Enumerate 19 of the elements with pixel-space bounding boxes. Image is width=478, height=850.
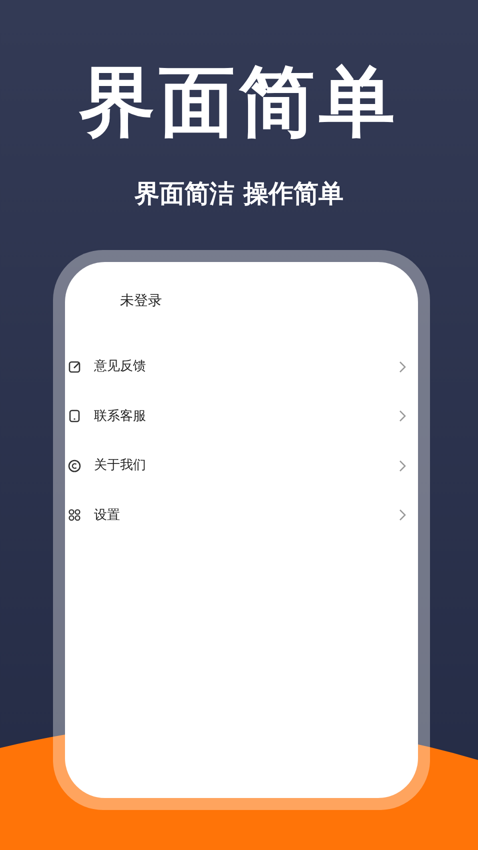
menu-item[interactable]: 关于我们 — [65, 441, 418, 490]
phone-icon — [68, 409, 81, 424]
edit-icon — [68, 360, 81, 374]
grid-icon — [68, 508, 81, 522]
menu-label: 关于我们 — [94, 457, 147, 475]
menu-label: 意见反馈 — [94, 358, 147, 376]
chevron-right-icon — [399, 360, 406, 373]
tagline: 界面简洁 操作简单 — [134, 178, 344, 210]
login-status[interactable]: 未登录 — [120, 293, 162, 309]
chevron-right-icon — [399, 410, 406, 422]
chevron-right-icon — [399, 460, 406, 472]
menu-label: 联系客服 — [94, 408, 147, 426]
menu-item[interactable]: 意见反馈 — [65, 342, 418, 392]
headline: 界面简单 — [79, 56, 399, 148]
menu-label: 设置 — [94, 506, 121, 524]
menu-item[interactable]: 设置 — [65, 490, 418, 540]
chevron-right-icon — [399, 509, 406, 522]
copyright-icon — [68, 458, 81, 473]
menu-item[interactable]: 联系客服 — [65, 392, 418, 441]
